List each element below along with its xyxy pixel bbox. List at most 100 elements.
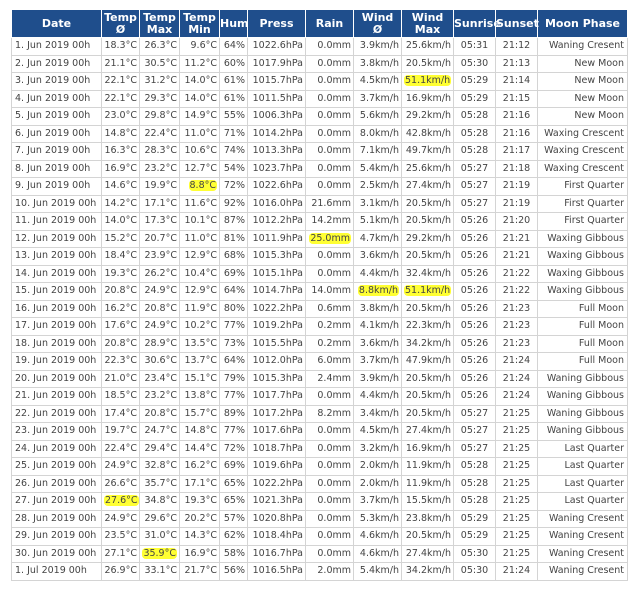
table-cell-tmax: 23.4°C: [139, 369, 180, 388]
table-row: 26. Jun 2019 00h 26.6°C 35.7°C 17.1°C 65% 102…: [11, 474, 628, 493]
table-cell-rain: 0.0mm: [305, 387, 354, 406]
table-cell-sunset: 21:25: [495, 474, 538, 493]
table-cell-sunrise: 05:26: [453, 212, 496, 231]
table-row: 19. Jun 2019 00h 22.3°C 30.6°C 13.7°C 64% 101…: [11, 352, 628, 371]
highlighted-value: 8.8°C: [188, 180, 217, 192]
table-cell-wavg: 3.6km/h: [353, 334, 402, 353]
table-cell-tmin: 14.8°C: [179, 422, 220, 441]
table-cell-rain: 21.6mm: [305, 194, 354, 213]
table-cell-rain: 6.0mm: [305, 352, 354, 371]
table-cell-sunrise: 05:28: [453, 142, 496, 161]
table-cell-wavg: 4.6km/h: [353, 544, 402, 563]
table-cell-date: 11. Jun 2019 00h: [11, 212, 102, 231]
table-cell-hum: 77%: [219, 387, 248, 406]
table-cell-rain: 0.0mm: [305, 247, 354, 266]
table-cell-rain: 0.0mm: [305, 492, 354, 511]
table-cell-press: 1022.6hPa: [247, 177, 306, 196]
column-header-press[interactable]: Press: [247, 9, 306, 38]
table-cell-tavg: 20.8°C: [101, 282, 140, 301]
table-cell-press: 1011.9hPa: [247, 229, 306, 248]
table-cell-sunset: 21:24: [495, 562, 538, 581]
table-cell-tavg: 21.1°C: [101, 54, 140, 73]
column-header-sunset[interactable]: Sunset: [495, 9, 539, 38]
table-cell-sunrise: 05:28: [453, 124, 496, 143]
table-cell-wmax: 34.2km/h: [401, 562, 454, 581]
column-header-tmax[interactable]: Temp Max: [139, 9, 180, 38]
table-cell-wmax: 16.9km/h: [401, 439, 454, 458]
table-cell-press: 1015.7hPa: [247, 72, 306, 91]
table-cell-tavg: 26.9°C: [101, 562, 140, 581]
table-cell-sunset: 21:19: [495, 194, 538, 213]
table-cell-date: 6. Jun 2019 00h: [11, 124, 102, 143]
table-cell-sunset: 21:25: [495, 439, 538, 458]
table-cell-wmax: 51.1km/h: [401, 282, 454, 301]
table-cell-wmax: 32.4km/h: [401, 264, 454, 283]
table-cell-wmax: 16.9km/h: [401, 89, 454, 108]
column-header-sunrise[interactable]: Sunrise: [453, 9, 501, 38]
table-row: 13. Jun 2019 00h 18.4°C 23.9°C 12.9°C 68% 101…: [11, 247, 628, 266]
highlighted-value: 25.0mm: [309, 232, 351, 244]
table-cell-tmin: 10.6°C: [179, 142, 220, 161]
table-cell-wmax: 51.1km/h: [401, 72, 454, 91]
table-cell-tavg: 15.2°C: [101, 229, 140, 248]
table-cell-tmax: 29.8°C: [139, 107, 180, 126]
column-header-phase[interactable]: Moon Phase: [537, 9, 628, 38]
table-cell-wmax: 20.5km/h: [401, 54, 454, 73]
table-cell-phase: Waxing Crescent: [537, 142, 628, 161]
table-cell-date: 24. Jun 2019 00h: [11, 439, 102, 458]
column-header-wmax[interactable]: Wind Max: [401, 9, 454, 38]
table-cell-tmin: 14.3°C: [179, 527, 220, 546]
column-header-rain[interactable]: Rain: [305, 9, 354, 38]
table-cell-hum: 61%: [219, 89, 248, 108]
column-header-tmin[interactable]: Temp Min: [179, 9, 220, 38]
table-cell-tavg: 18.5°C: [101, 387, 140, 406]
table-cell-tmax: 23.9°C: [139, 247, 180, 266]
highlighted-value: 35.9°C: [142, 547, 177, 559]
table-cell-hum: 68%: [219, 247, 248, 266]
table-cell-tmin: 12.9°C: [179, 247, 220, 266]
table-cell-hum: 65%: [219, 492, 248, 511]
table-cell-press: 1012.2hPa: [247, 212, 306, 231]
table-cell-wavg: 4.5km/h: [353, 72, 402, 91]
table-cell-wavg: 4.1km/h: [353, 317, 402, 336]
table-cell-tavg: 18.4°C: [101, 247, 140, 266]
column-header-wavg[interactable]: Wind Ø: [353, 9, 402, 38]
table-cell-date: 10. Jun 2019 00h: [11, 194, 102, 213]
table-cell-hum: 57%: [219, 509, 248, 528]
table-row: 30. Jun 2019 00h 27.1°C 35.9°C 16.9°C 58% 101…: [11, 544, 628, 563]
table-cell-press: 1012.0hPa: [247, 352, 306, 371]
table-cell-tmax: 35.9°C: [139, 544, 180, 563]
table-cell-rain: 14.2mm: [305, 212, 354, 231]
table-cell-wavg: 4.6km/h: [353, 527, 402, 546]
table-cell-press: 1017.7hPa: [247, 387, 306, 406]
table-cell-tmax: 24.7°C: [139, 422, 180, 441]
table-cell-phase: Waxing Gibbous: [537, 229, 628, 248]
table-cell-wmax: 20.5km/h: [401, 212, 454, 231]
table-cell-sunset: 21:12: [495, 37, 538, 56]
table-cell-sunrise: 05:27: [453, 422, 496, 441]
table-cell-phase: Waning Gibbous: [537, 369, 628, 388]
table-cell-rain: 0.0mm: [305, 527, 354, 546]
table-cell-wmax: 49.7km/h: [401, 142, 454, 161]
column-header-tavg[interactable]: Temp Ø: [101, 9, 140, 38]
table-cell-phase: Waxing Gibbous: [537, 264, 628, 283]
table-cell-date: 12. Jun 2019 00h: [11, 229, 102, 248]
table-cell-hum: 72%: [219, 439, 248, 458]
table-cell-wavg: 2.0km/h: [353, 474, 402, 493]
table-cell-tmin: 13.7°C: [179, 352, 220, 371]
table-cell-wavg: 4.4km/h: [353, 387, 402, 406]
table-cell-date: 29. Jun 2019 00h: [11, 527, 102, 546]
table-cell-tmin: 16.9°C: [179, 544, 220, 563]
table-cell-hum: 55%: [219, 107, 248, 126]
table-cell-sunrise: 05:30: [453, 54, 496, 73]
table-cell-sunrise: 05:30: [453, 562, 496, 581]
table-cell-date: 30. Jun 2019 00h: [11, 544, 102, 563]
table-cell-sunrise: 05:28: [453, 492, 496, 511]
table-cell-sunrise: 05:26: [453, 282, 496, 301]
column-header-date[interactable]: Date: [11, 9, 102, 38]
column-header-hum[interactable]: Hum: [219, 9, 249, 38]
table-row: 9. Jun 2019 00h 14.6°C 19.9°C 8.8°C 72% 1022.…: [11, 177, 628, 196]
table-row: 12. Jun 2019 00h 15.2°C 20.7°C 11.0°C 81% 101…: [11, 229, 628, 248]
table-cell-hum: 65%: [219, 474, 248, 493]
table-cell-tavg: 22.1°C: [101, 72, 140, 91]
